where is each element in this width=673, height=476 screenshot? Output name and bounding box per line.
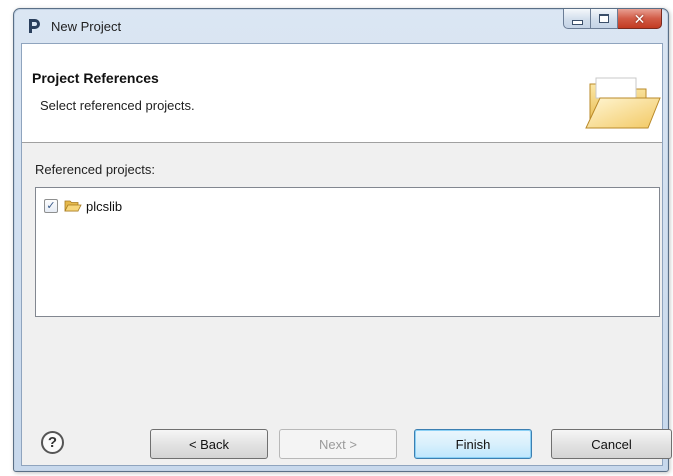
finish-button[interactable]: Finish [414, 429, 532, 459]
cancel-button[interactable]: Cancel [551, 429, 672, 459]
folder-open-icon [64, 200, 82, 212]
page-description: Select referenced projects. [40, 98, 195, 113]
dialog-client-area: Project References Select referenced pro… [21, 43, 672, 466]
window-title: New Project [51, 19, 122, 34]
maximize-icon [599, 14, 609, 23]
new-project-dialog: New Project ✕ Project References Select … [13, 8, 672, 472]
minimize-button[interactable] [563, 9, 591, 29]
referenced-projects-label: Referenced projects: [35, 162, 155, 177]
back-button[interactable]: < Back [150, 429, 268, 459]
check-mark-icon: ✓ [46, 199, 56, 212]
maximize-button[interactable] [591, 9, 618, 29]
close-button[interactable]: ✕ [618, 9, 662, 29]
app-icon [29, 19, 40, 33]
window-controls: ✕ [563, 9, 662, 29]
project-checkbox[interactable]: ✓ [44, 199, 58, 213]
help-button[interactable]: ? [41, 431, 64, 454]
list-item[interactable]: ✓ plcslib [44, 197, 122, 215]
close-icon: ✕ [633, 10, 646, 27]
title-bar: New Project ✕ [14, 9, 668, 43]
next-button[interactable]: Next > [279, 429, 397, 459]
minimize-icon [571, 19, 583, 25]
wizard-header: Project References Select referenced pro… [22, 44, 662, 143]
page-title: Project References [32, 70, 159, 86]
folder-banner-icon [585, 77, 661, 129]
project-name: plcslib [86, 198, 123, 214]
referenced-projects-list[interactable]: ✓ plcslib [35, 187, 660, 317]
